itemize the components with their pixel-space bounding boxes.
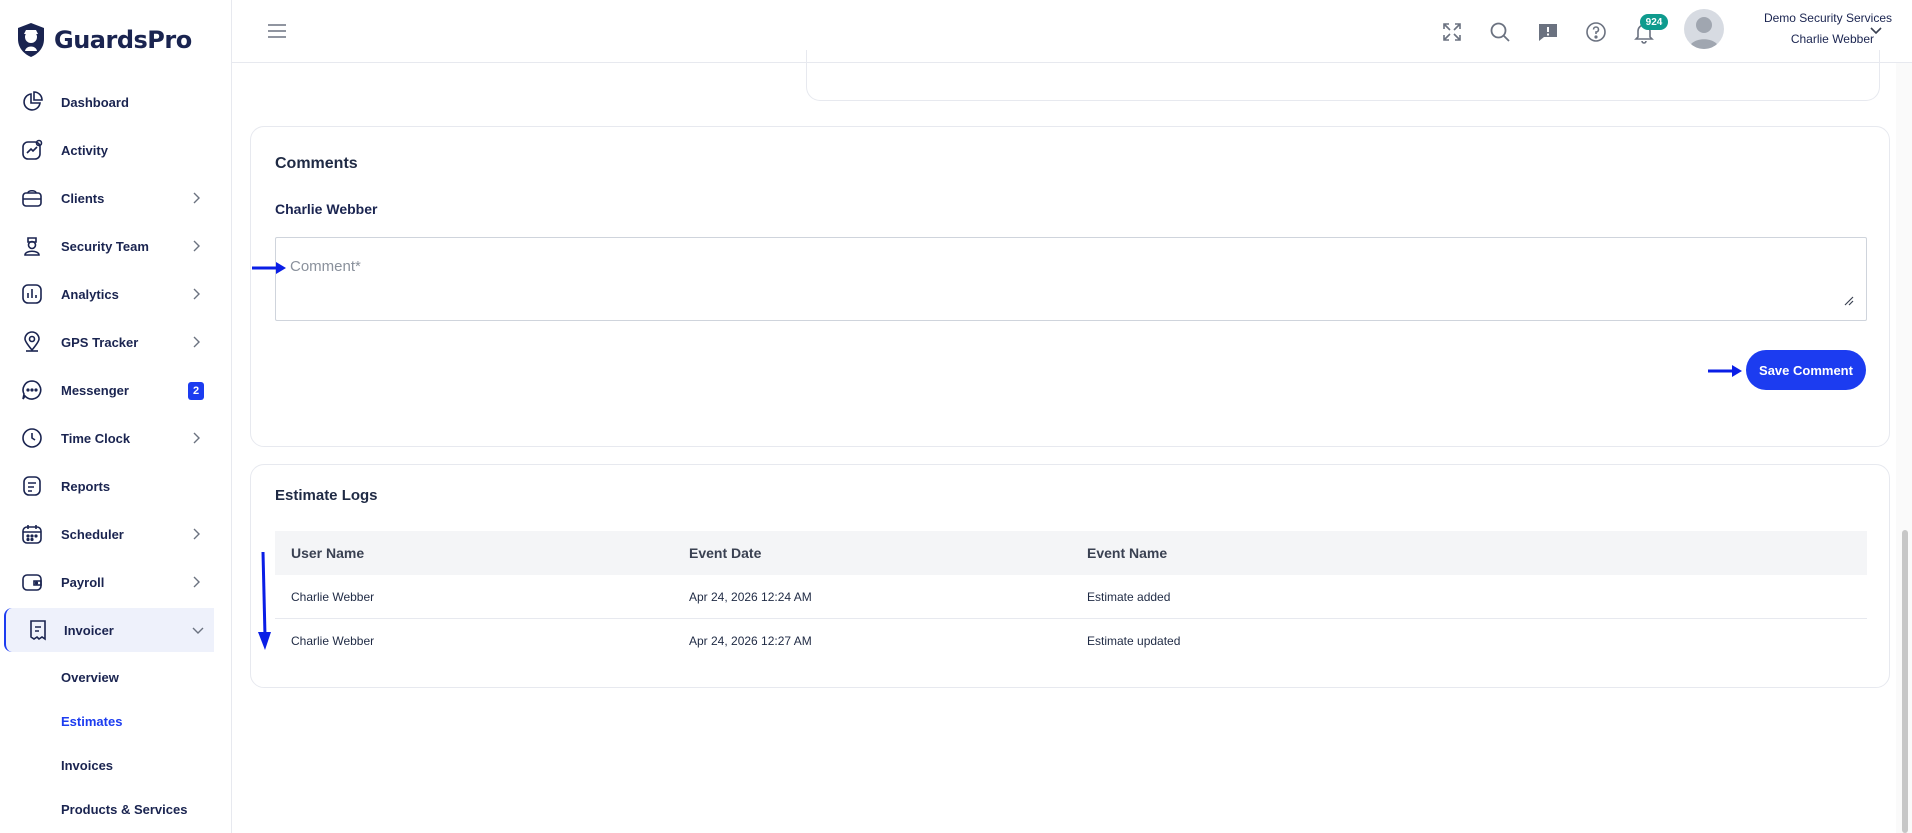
app-root: GuardsPro Dashboard Activity Clients Sec… — [0, 0, 1912, 833]
sidebar-item-dashboard[interactable]: Dashboard — [0, 80, 216, 124]
comments-card: Comments Charlie Webber Save Comment — [250, 126, 1890, 447]
sidebar-item-activity[interactable]: Activity — [0, 128, 216, 172]
logs-table-header: User Name Event Date Event Name — [275, 531, 1867, 575]
cell-user-name: Charlie Webber — [291, 634, 375, 648]
sidebar-item-time-clock[interactable]: Time Clock — [0, 416, 216, 460]
user-avatar-icon — [1689, 17, 1719, 49]
annotation-arrow-down-icon — [258, 551, 271, 650]
chevron-right-icon — [193, 192, 200, 204]
sidebar-subitem-estimates[interactable]: Estimates — [61, 714, 122, 729]
sidebar-item-label: Invoicer — [64, 622, 114, 638]
sidebar-item-analytics[interactable]: Analytics — [0, 272, 216, 316]
wallet-icon — [22, 574, 42, 591]
sidebar-item-label: Reports — [61, 478, 111, 494]
brand-logo[interactable]: GuardsPro — [16, 20, 192, 60]
sidebar-item-label: Time Clock — [61, 430, 131, 446]
sidebar-item-security-team[interactable]: Security Team — [0, 224, 216, 268]
sidebar-item-scheduler[interactable]: Scheduler — [0, 512, 216, 556]
table-row: Charlie Webber Apr 24, 2026 12:24 AM Est… — [275, 575, 1867, 619]
avatar[interactable] — [1684, 9, 1724, 49]
column-header-event-name[interactable]: Event Name — [1087, 545, 1167, 561]
save-comment-button[interactable]: Save Comment — [1746, 350, 1866, 390]
sidebar-item-label: Dashboard — [61, 94, 129, 110]
feedback-message-icon[interactable] — [1536, 20, 1560, 44]
sidebar: GuardsPro Dashboard Activity Clients Sec… — [0, 0, 232, 833]
sidebar-item-gps-tracker[interactable]: GPS Tracker — [0, 320, 216, 364]
chevron-right-icon — [193, 528, 200, 540]
column-header-user-name[interactable]: User Name — [291, 545, 364, 561]
sidebar-item-messenger[interactable]: Messenger 2 — [0, 368, 216, 412]
comments-title: Comments — [275, 155, 358, 172]
chat-bubble-icon — [22, 380, 42, 400]
sidebar-subitem-products-services[interactable]: Products & Services — [61, 802, 187, 817]
column-header-event-date[interactable]: Event Date — [689, 545, 761, 561]
bar-chart-icon — [22, 284, 42, 304]
search-icon[interactable] — [1488, 20, 1512, 44]
current-user-name: Charlie Webber — [1790, 32, 1874, 46]
clock-icon — [22, 428, 42, 448]
fullscreen-expand-icon[interactable] — [1440, 20, 1464, 44]
sidebar-item-label: GPS Tracker — [61, 334, 139, 350]
guard-logo-icon — [18, 23, 44, 57]
chevron-right-icon — [193, 576, 200, 588]
cell-event-name: Estimate updated — [1087, 634, 1181, 648]
chevron-right-icon — [193, 240, 200, 252]
comment-input[interactable] — [276, 238, 1866, 320]
report-document-icon — [23, 476, 41, 496]
cell-event-date: Apr 24, 2026 12:24 AM — [689, 590, 812, 604]
chevron-down-icon[interactable] — [1868, 22, 1884, 38]
sidebar-item-invoicer[interactable]: Invoicer — [4, 608, 214, 652]
sidebar-subitem-overview[interactable]: Overview — [61, 670, 119, 685]
help-question-icon[interactable] — [1584, 20, 1608, 44]
resize-handle-icon[interactable] — [1844, 296, 1854, 306]
sidebar-item-reports[interactable]: Reports — [0, 464, 216, 508]
sidebar-item-label: Scheduler — [61, 526, 124, 542]
estimate-logs-title: Estimate Logs — [275, 487, 378, 504]
commenter-name: Charlie Webber — [275, 201, 378, 217]
sidebar-item-payroll[interactable]: Payroll — [0, 560, 216, 604]
briefcase-icon — [22, 189, 42, 207]
cell-event-date: Apr 24, 2026 12:27 AM — [689, 634, 812, 648]
chevron-right-icon — [193, 288, 200, 300]
page-scrollbar-thumb[interactable] — [1902, 530, 1908, 833]
calendar-icon — [22, 525, 42, 544]
sidebar-item-label: Messenger — [61, 382, 129, 398]
brand-name: GuardsPro — [54, 26, 192, 54]
sidebar-item-label: Clients — [61, 190, 105, 206]
chevron-right-icon — [193, 432, 200, 444]
hamburger-menu-icon[interactable] — [266, 20, 288, 42]
previous-card-bottom — [806, 50, 1880, 101]
table-row: Charlie Webber Apr 24, 2026 12:27 AM Est… — [275, 619, 1867, 663]
map-pin-icon — [24, 331, 40, 352]
sidebar-item-label: Analytics — [61, 286, 119, 302]
annotation-arrow-right-icon — [1708, 365, 1742, 377]
sidebar-item-clients[interactable]: Clients — [0, 176, 216, 220]
chevron-right-icon — [193, 336, 200, 348]
estimate-logs-card: Estimate Logs User Name Event Date Event… — [250, 464, 1890, 688]
chevron-down-icon — [192, 627, 204, 634]
comment-textarea-wrapper — [275, 237, 1867, 321]
guard-person-icon — [24, 237, 40, 256]
pie-chart-icon — [23, 91, 43, 111]
notification-count-badge: 924 — [1640, 14, 1668, 30]
sidebar-item-label: Payroll — [61, 574, 105, 590]
cell-user-name: Charlie Webber — [291, 590, 375, 604]
invoice-receipt-icon — [30, 620, 46, 641]
annotation-arrow-right-icon — [252, 262, 286, 274]
sidebar-subitem-invoices[interactable]: Invoices — [61, 758, 113, 773]
cell-event-name: Estimate added — [1087, 590, 1171, 604]
activity-chart-icon — [22, 139, 43, 160]
sidebar-item-label: Security Team — [61, 238, 149, 254]
messenger-unread-badge: 2 — [188, 382, 204, 400]
sidebar-item-label: Activity — [61, 142, 108, 158]
